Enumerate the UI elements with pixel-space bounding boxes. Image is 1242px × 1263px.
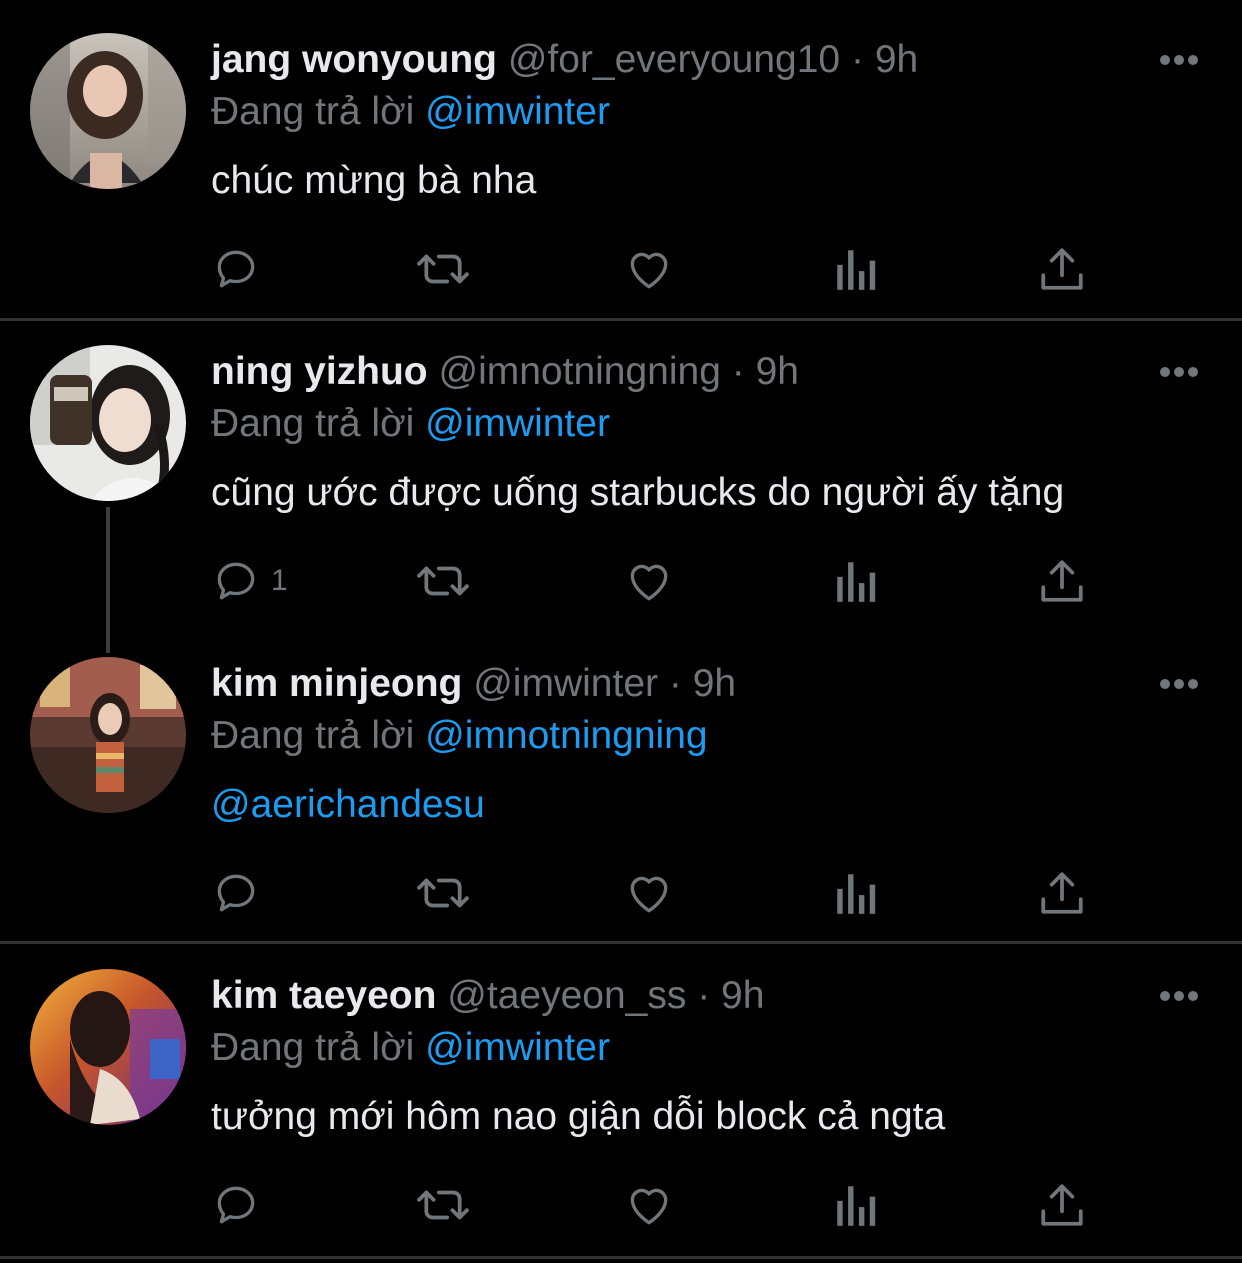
avatar[interactable] [30,345,186,501]
tweet[interactable]: kim minjeong @imwinter · 9h Đang trả lời… [0,631,1242,941]
like-button[interactable] [624,556,674,606]
more-icon[interactable] [1158,365,1200,379]
analytics-icon [837,562,876,602]
action-bar [211,244,1111,294]
separator-dot: · [850,38,864,81]
like-button[interactable] [624,868,674,918]
share-button[interactable] [1039,1180,1085,1230]
separator-dot: · [697,974,711,1017]
tweet[interactable]: jang wonyoung @for_everyoung10 · 9h Đang… [0,0,1242,318]
share-button[interactable] [1039,244,1085,294]
user-handle[interactable]: @imwinter [473,662,658,705]
analytics-icon [837,1186,876,1226]
separator-dot: · [668,662,682,705]
replying-to-label: Đang trả lời [211,1026,415,1069]
replying-to-label: Đang trả lời [211,90,415,133]
share-icon [1041,248,1083,290]
analytics-button[interactable] [833,1180,879,1230]
like-icon [630,252,668,289]
retweet-button[interactable] [415,244,471,294]
timestamp[interactable]: 9h [875,38,918,81]
share-button[interactable] [1039,868,1085,918]
tweet-text: chúc mừng bà nha [211,159,537,202]
avatar[interactable] [30,969,186,1125]
reply-button[interactable] [211,1180,271,1230]
like-icon [630,564,668,601]
tweet-text: cũng ước được uống starbucks do người ấy… [211,471,1065,514]
display-name[interactable]: jang wonyoung [211,38,497,81]
reply-icon [217,1186,255,1224]
like-button[interactable] [624,244,674,294]
timestamp[interactable]: 9h [721,974,764,1017]
analytics-button[interactable] [833,244,879,294]
user-handle[interactable]: @taeyeon_ss [447,974,686,1017]
user-handle[interactable]: @for_everyoung10 [508,38,840,81]
display-name[interactable]: ning yizhuo [211,350,428,393]
avatar[interactable] [30,33,186,189]
reply-to-mention[interactable]: @imwinter [425,402,610,445]
retweet-button[interactable] [415,1180,471,1230]
replying-to-label: Đang trả lời [211,402,415,445]
timestamp[interactable]: 9h [756,350,799,393]
reply-icon [217,874,255,912]
share-icon [1041,872,1083,914]
reply-count: 1 [271,564,288,597]
share-icon [1041,560,1083,602]
reply-button[interactable]: 1 [211,556,288,606]
reply-icon [217,562,255,600]
reply-to-mention[interactable]: @imwinter [425,1026,610,1069]
reply-button[interactable] [211,868,271,918]
like-icon [630,1188,668,1225]
reply-button[interactable] [211,244,271,294]
like-button[interactable] [624,1180,674,1230]
retweet-icon [417,1190,469,1220]
analytics-button[interactable] [833,868,879,918]
tweet[interactable]: kim taeyeon @taeyeon_ss · 9h Đang trả lờ… [0,944,1242,1256]
timestamp[interactable]: 9h [693,662,736,705]
more-icon[interactable] [1158,677,1200,691]
action-bar [211,1180,1111,1230]
analytics-icon [837,874,876,914]
tweet-text[interactable]: @aerichandesu [211,782,485,828]
reply-to-mention[interactable]: @imwinter [425,90,610,133]
display-name[interactable]: kim taeyeon [211,974,436,1017]
share-button[interactable] [1039,556,1085,606]
analytics-button[interactable] [833,556,879,606]
retweet-icon [417,254,469,284]
tweet[interactable]: ning yizhuo @imnotningning · 9h Đang trả… [0,321,1242,653]
retweet-icon [417,566,469,596]
separator-dot: · [731,350,745,393]
like-icon [630,876,668,913]
reply-icon [217,250,255,288]
tweet-text: tưởng mới hôm nao giận dỗi block cả ngta [211,1095,946,1138]
retweet-icon [417,878,469,908]
user-handle[interactable]: @imnotningning [438,350,720,393]
replying-to-label: Đang trả lời [211,714,415,757]
action-bar: 1 [211,556,1111,606]
analytics-icon [837,250,876,290]
more-icon[interactable] [1158,53,1200,67]
display-name[interactable]: kim minjeong [211,662,462,705]
retweet-button[interactable] [415,556,471,606]
reply-to-mention[interactable]: @imnotningning [425,714,707,757]
avatar[interactable] [30,657,186,813]
retweet-button[interactable] [415,868,471,918]
share-icon [1041,1184,1083,1226]
more-icon[interactable] [1158,989,1200,1003]
action-bar [211,868,1111,918]
divider [0,1256,1242,1259]
